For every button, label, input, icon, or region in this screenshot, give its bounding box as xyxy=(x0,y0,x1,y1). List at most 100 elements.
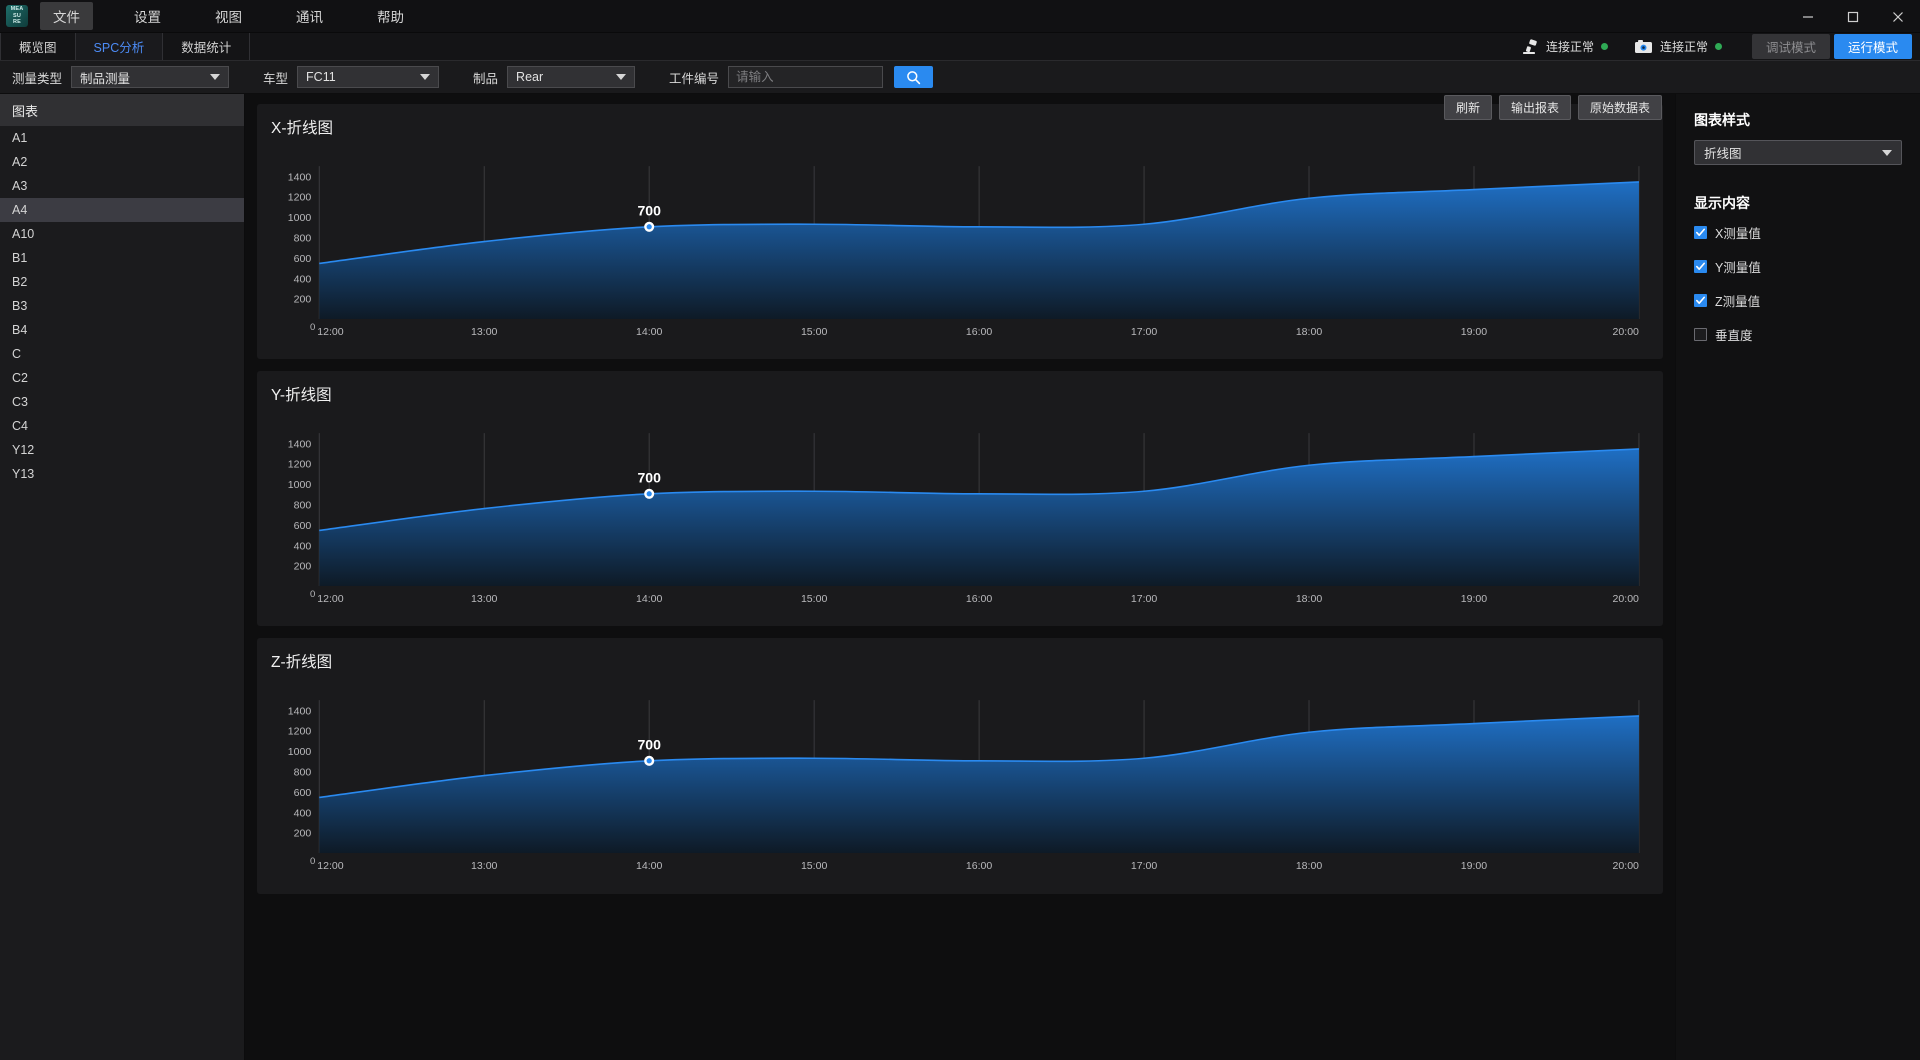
close-icon[interactable] xyxy=(1875,0,1920,33)
y-tick-label: 1200 xyxy=(288,459,312,471)
car-model-select[interactable]: FC11 xyxy=(297,66,440,88)
sidebar-item-a4[interactable]: A4 xyxy=(0,198,244,222)
chart-svg[interactable]: 200 400 600 800 1000 1200 1400 0 12:00 13:00 14:00… xyxy=(271,674,1649,887)
sidebar-item-label: C2 xyxy=(12,371,28,385)
y-tick-label: 1000 xyxy=(288,212,312,224)
sidebar-item-a2[interactable]: A2 xyxy=(0,150,244,174)
checkbox-row-1[interactable]: Y测量值 xyxy=(1694,257,1902,276)
y-tick-label: 1400 xyxy=(288,439,312,451)
status-zone: 连接正常 连接正常 调试模式 运行模式 xyxy=(1521,33,1920,60)
debug-mode-button[interactable]: 调试模式 xyxy=(1751,34,1830,59)
product-select[interactable]: Rear xyxy=(507,66,636,88)
run-mode-button[interactable]: 运行模式 xyxy=(1833,34,1912,59)
x-tick-label: 12:00 xyxy=(317,326,344,338)
scanner-icon xyxy=(1522,38,1537,54)
checkbox-label: 垂直度 xyxy=(1715,329,1753,343)
menu-item-help[interactable]: 帮助 xyxy=(364,2,417,30)
checkbox-row-3[interactable]: 垂直度 xyxy=(1694,325,1902,344)
chart-style-value: 折线图 xyxy=(1704,147,1742,161)
sidebar-item-a10[interactable]: A10 xyxy=(0,222,244,246)
car-model-value: FC11 xyxy=(306,70,336,84)
menu-item-file[interactable]: 文件 xyxy=(40,2,93,30)
chart-svg[interactable]: 200 400 600 800 1000 1200 1400 0 12:00 13:00 14:00… xyxy=(271,407,1649,620)
sidebar-item-b3[interactable]: B3 xyxy=(0,294,244,318)
checkbox-row-0[interactable]: X测量值 xyxy=(1694,223,1902,242)
sidebar-item-b2[interactable]: B2 xyxy=(0,270,244,294)
status-scanner: 连接正常 xyxy=(1521,38,1608,55)
x-tick-label: 12:00 xyxy=(317,593,344,605)
x-tick-label: 18:00 xyxy=(1296,326,1323,338)
product-label: 制品 xyxy=(473,71,499,86)
chart-style-title: 图表样式 xyxy=(1694,112,1750,128)
tab-data-statistics[interactable]: 数据统计 xyxy=(162,33,251,60)
x-tick-label: 16:00 xyxy=(966,861,993,873)
tab-spc-analysis[interactable]: SPC分析 xyxy=(74,33,164,60)
y-tick-label: 200 xyxy=(294,294,312,306)
checkbox-row-2[interactable]: Z测量值 xyxy=(1694,291,1902,310)
sidebar-item-label: C3 xyxy=(12,395,28,409)
sidebar-item-c4[interactable]: C4 xyxy=(0,414,244,438)
sidebar-item-c[interactable]: C xyxy=(0,342,244,366)
x-tick-label: 20:00 xyxy=(1613,593,1640,605)
y-tick-label: 600 xyxy=(294,787,312,799)
y-tick-label: 1000 xyxy=(288,747,312,759)
measure-type-select[interactable]: 制品测量 xyxy=(71,66,230,88)
x-tick-label: 17:00 xyxy=(1131,593,1158,605)
data-point-marker-center xyxy=(646,758,652,764)
sidebar-item-y13[interactable]: Y13 xyxy=(0,462,244,486)
y-tick-label: 1200 xyxy=(288,192,312,204)
chart-svg[interactable]: 200 400 600 800 1000 1200 1400 0 12:00 13:00 14:00… xyxy=(271,140,1649,353)
y-tick-label: 1000 xyxy=(288,479,312,491)
minimize-icon[interactable] xyxy=(1785,0,1830,33)
sidebar-item-a1[interactable]: A1 xyxy=(0,126,244,150)
tab-label: 概览图 xyxy=(19,41,57,55)
x-tick-label: 18:00 xyxy=(1296,593,1323,605)
x-tick-label: 19:00 xyxy=(1461,593,1488,605)
x-tick-label: 18:00 xyxy=(1296,861,1323,873)
camera-icon xyxy=(1634,40,1652,53)
sidebar-item-b4[interactable]: B4 xyxy=(0,318,244,342)
x-tick-label: 13:00 xyxy=(471,326,498,338)
refresh-button[interactable]: 刷新 xyxy=(1443,95,1492,120)
menu-item-label: 通讯 xyxy=(296,10,323,25)
menu-item-label: 帮助 xyxy=(377,10,404,25)
sidebar-item-b1[interactable]: B1 xyxy=(0,246,244,270)
search-icon xyxy=(907,70,921,84)
workpiece-input[interactable] xyxy=(728,66,884,88)
maximize-icon[interactable] xyxy=(1830,0,1875,33)
checkbox-unchecked-icon[interactable] xyxy=(1694,328,1707,341)
checkbox-checked-icon[interactable] xyxy=(1694,260,1707,273)
sidebar-item-c2[interactable]: C2 xyxy=(0,366,244,390)
y-tick-label: 1400 xyxy=(288,706,312,718)
menu-item-view[interactable]: 视图 xyxy=(202,2,255,30)
sidebar: 图表 A1 A2 A3 A4 A10 B1 B2 B3 B4 C C2 C3 C4 Y12 Y13 xyxy=(0,94,245,1060)
sidebar-item-y12[interactable]: Y12 xyxy=(0,438,244,462)
chart-style-select[interactable]: 折线图 xyxy=(1694,140,1902,165)
sidebar-item-label: A10 xyxy=(12,227,35,241)
tab-overview[interactable]: 概览图 xyxy=(0,33,76,60)
sidebar-item-c3[interactable]: C3 xyxy=(0,390,244,414)
sidebar-item-a3[interactable]: A3 xyxy=(0,174,244,198)
x-tick-label: 12:00 xyxy=(317,861,344,873)
search-button[interactable] xyxy=(894,66,934,88)
checkbox-checked-icon[interactable] xyxy=(1694,226,1707,239)
raw-data-button[interactable]: 原始数据表 xyxy=(1577,95,1662,120)
x-tick-label: 16:00 xyxy=(966,593,993,605)
checkbox-checked-icon[interactable] xyxy=(1694,294,1707,307)
menu-item-settings[interactable]: 设置 xyxy=(121,2,174,30)
measure-logo-icon xyxy=(6,5,28,27)
sidebar-item-label: C xyxy=(12,347,22,361)
data-point-marker-center xyxy=(646,491,652,497)
x-tick-label: 17:00 xyxy=(1131,861,1158,873)
y-axis-origin-label: 0 xyxy=(310,322,315,333)
tab-label: SPC分析 xyxy=(93,41,145,55)
y-tick-label: 400 xyxy=(294,273,312,285)
menu-item-label: 视图 xyxy=(215,10,242,25)
y-tick-label: 200 xyxy=(294,828,312,840)
x-tick-label: 19:00 xyxy=(1461,861,1488,873)
marker-value-label: 700 xyxy=(637,737,661,753)
menu-item-communication[interactable]: 通讯 xyxy=(283,2,336,30)
sidebar-item-label: A1 xyxy=(12,131,28,145)
export-report-button[interactable]: 输出报表 xyxy=(1498,95,1571,120)
sidebar-item-label: A3 xyxy=(12,179,28,193)
